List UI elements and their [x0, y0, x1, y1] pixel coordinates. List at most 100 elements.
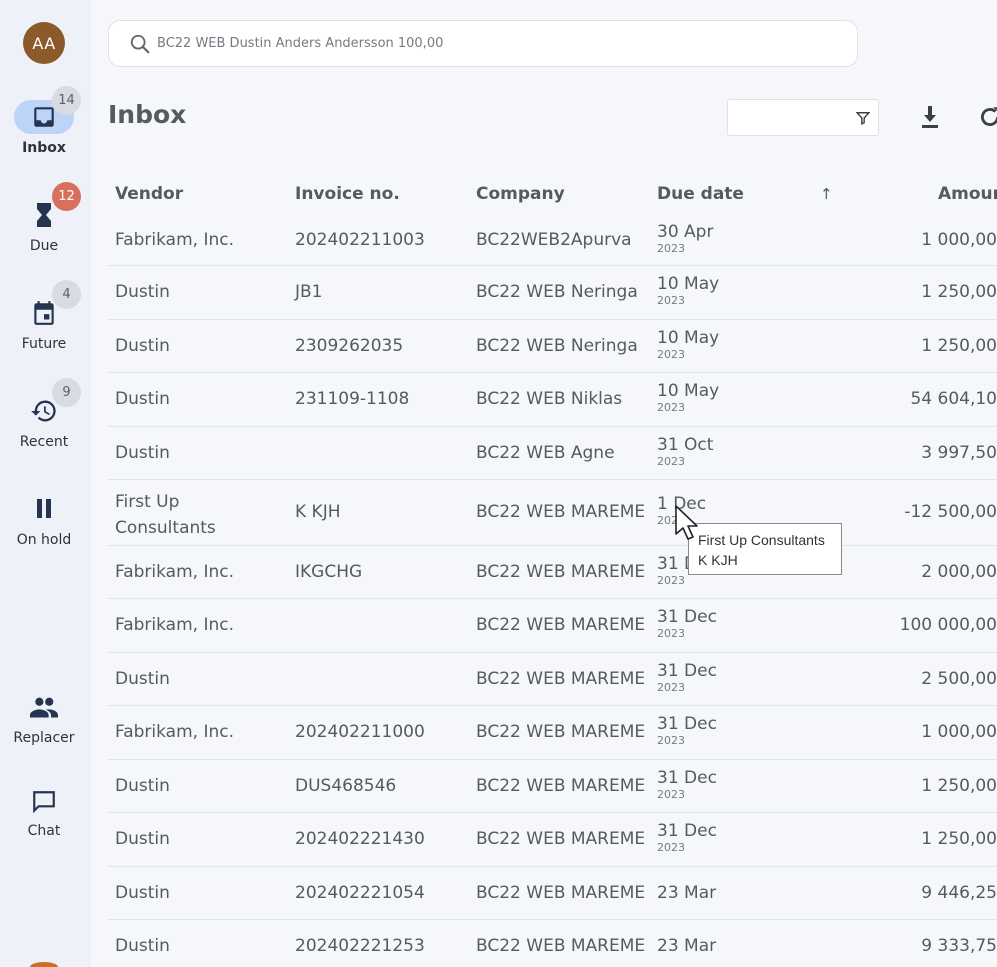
user-avatar[interactable]: AA [23, 22, 65, 64]
nav-inbox[interactable]: 14 Inbox [0, 86, 91, 172]
nav-future-label: Future [21, 336, 67, 352]
nav-replacer[interactable]: Replacer [0, 690, 91, 762]
nav-future[interactable]: 4 Future [0, 280, 91, 368]
secondary-avatar[interactable] [30, 962, 58, 967]
vendor-cell: Dustin [115, 282, 170, 302]
column-header-invoice[interactable]: Invoice no. [295, 172, 400, 216]
nav-due[interactable]: 12 Due [0, 182, 91, 270]
amount-cell: 3 997,50 [921, 442, 997, 463]
nav-recent[interactable]: 9 Recent [0, 378, 91, 466]
sort-ascending-icon[interactable]: ↑ [820, 172, 833, 216]
sidebar: AA 14 Inbox 12 Due 4 Future 9 Recent On … [0, 0, 91, 967]
vendor-cell: Fabrikam, Inc. [115, 230, 235, 250]
due-date-cell: 23 Mar [657, 936, 716, 956]
due-date-day: 10 May [657, 274, 720, 294]
invoice-cell: 202402221430 [295, 829, 425, 849]
pause-icon [37, 499, 51, 518]
history-icon [31, 400, 56, 422]
amount-cell: 9 333,75 [921, 936, 997, 956]
table-row[interactable]: First Up Consultants K KJH BC22 WEB MAREME 1… [108, 480, 997, 546]
invoice-cell: 2309262035 [295, 335, 404, 356]
invoice-cell: 202402221054 [295, 882, 425, 903]
vendor-cell: Dustin [115, 389, 170, 409]
column-header-company[interactable]: Company [476, 172, 565, 216]
search-icon [130, 34, 150, 54]
nav-chat[interactable]: Chat [0, 785, 91, 857]
nav-replacer-label: Replacer [13, 730, 75, 746]
nav-chat-label: Chat [27, 823, 61, 839]
invoice-cell: K KJH [295, 502, 341, 522]
table-row[interactable]: Dustin 202402221430 BC22 WEB MAREME 31 Dec 2… [108, 813, 997, 867]
vendor-cell: Dustin [115, 442, 170, 463]
due-date-day: 23 Mar [657, 882, 717, 903]
due-date-cell: 31 Dec 2023 [657, 714, 717, 748]
tooltip: First Up Consultants K KJH [688, 523, 842, 575]
due-date-year: 2023 [657, 787, 685, 801]
company-cell: BC22 WEB Neringa [476, 282, 638, 302]
invoice-cell: IKGCHG [295, 561, 363, 582]
due-date-year: 2023 [657, 841, 685, 854]
nav-inbox-label: Inbox [22, 140, 66, 156]
due-date-year: 2023 [657, 347, 685, 361]
amount-cell: 54 604,10 [910, 389, 997, 409]
table-row[interactable]: Dustin 202402221054 BC22 WEB MAREME 23 Mar 9… [108, 867, 997, 920]
due-date-year: 2023 [657, 242, 685, 255]
due-date-year: 2023 [657, 294, 685, 307]
nav-replacer-pill [14, 690, 74, 724]
due-date-cell: 31 Dec 2023 [657, 821, 717, 855]
due-date-cell: 10 May 2023 [657, 328, 719, 362]
table-row[interactable]: Fabrikam, Inc. 202402211003 BC22WEB2Apurva… [108, 216, 997, 266]
download-button[interactable] [918, 104, 944, 132]
due-date-cell: 10 May 2023 [657, 274, 719, 308]
company-cell: BC22 WEB MAREME [476, 775, 646, 796]
download-icon [922, 106, 938, 128]
due-date-cell: 31 Dec 2023 [657, 607, 717, 641]
due-date-year: 2023 [657, 734, 685, 747]
table-row[interactable]: Fabrikam, Inc. 202402211000 BC22 WEB MAREM… [108, 706, 997, 760]
refresh-icon [981, 107, 997, 126]
due-date-day: 31 Oct [657, 434, 714, 455]
nav-chat-pill [14, 785, 74, 819]
nav-future-badge: 4 [52, 280, 81, 309]
filter-icon [856, 112, 870, 125]
column-header-amount[interactable]: Amount [938, 172, 997, 216]
company-cell: BC22 WEB Agne [476, 442, 615, 463]
company-cell: BC22 WEB Neringa [476, 335, 638, 356]
table-row[interactable]: Dustin BC22 WEB Agne 31 Oct 2023 3 997,50 [108, 427, 997, 480]
due-date-cell: 10 May 2023 [657, 381, 719, 415]
company-cell: BC22 WEB MAREME [476, 722, 646, 742]
tooltip-line-2: K KJH [698, 552, 738, 568]
due-date-cell: 30 Apr 2023 [657, 222, 713, 256]
amount-cell: 1 000,00 [921, 722, 997, 742]
due-date-cell: 31 Dec 2023 [657, 768, 717, 802]
refresh-button[interactable] [977, 104, 997, 132]
vendor-cell: Dustin [115, 335, 170, 356]
company-cell: BC22 WEB Niklas [476, 389, 623, 409]
due-date-cell: 23 Mar [657, 883, 716, 903]
nav-inbox-badge: 14 [52, 86, 81, 115]
column-header-due-date[interactable]: Due date [657, 172, 744, 216]
table-row[interactable]: Dustin 202402221253 BC22 WEB MAREME 23 Mar 9… [108, 920, 997, 967]
mouse-cursor-icon [675, 505, 698, 540]
company-cell: BC22 WEB MAREME [476, 936, 646, 956]
vendor-cell: Fabrikam, Inc. [115, 615, 235, 635]
due-date-day: 10 May [657, 327, 720, 348]
table-row[interactable]: Dustin DUS468546 BC22 WEB MAREME 31 Dec 2023… [108, 760, 997, 813]
due-date-cell: 31 Dec 2023 [657, 661, 717, 695]
hourglass-icon [37, 203, 51, 227]
people-icon [30, 697, 58, 718]
table-row[interactable]: Fabrikam, Inc. IKGCHG BC22 WEB MAREME 31 De… [108, 546, 997, 599]
filter-dropdown[interactable] [727, 99, 879, 136]
vendor-line-1: First Up [115, 492, 180, 512]
column-header-vendor[interactable]: Vendor [115, 172, 183, 216]
table-row[interactable]: Dustin JB1 BC22 WEB Neringa 10 May 2023 1 250… [108, 266, 997, 320]
search-bar[interactable] [108, 20, 858, 67]
table-row[interactable]: Dustin 231109-1108 BC22 WEB Niklas 10 May 20… [108, 373, 997, 427]
search-input[interactable] [157, 21, 837, 66]
table-row[interactable]: Dustin BC22 WEB MAREME 31 Dec 2023 2 500,00 [108, 653, 997, 706]
due-date-day: 31 Dec [657, 821, 717, 841]
nav-onhold[interactable]: On hold [0, 492, 91, 564]
due-date-day: 31 Dec [657, 607, 717, 627]
table-row[interactable]: Dustin 2309262035 BC22 WEB Neringa 10 May 20… [108, 320, 997, 373]
table-row[interactable]: Fabrikam, Inc. BC22 WEB MAREME 31 Dec 2023 1… [108, 599, 997, 653]
